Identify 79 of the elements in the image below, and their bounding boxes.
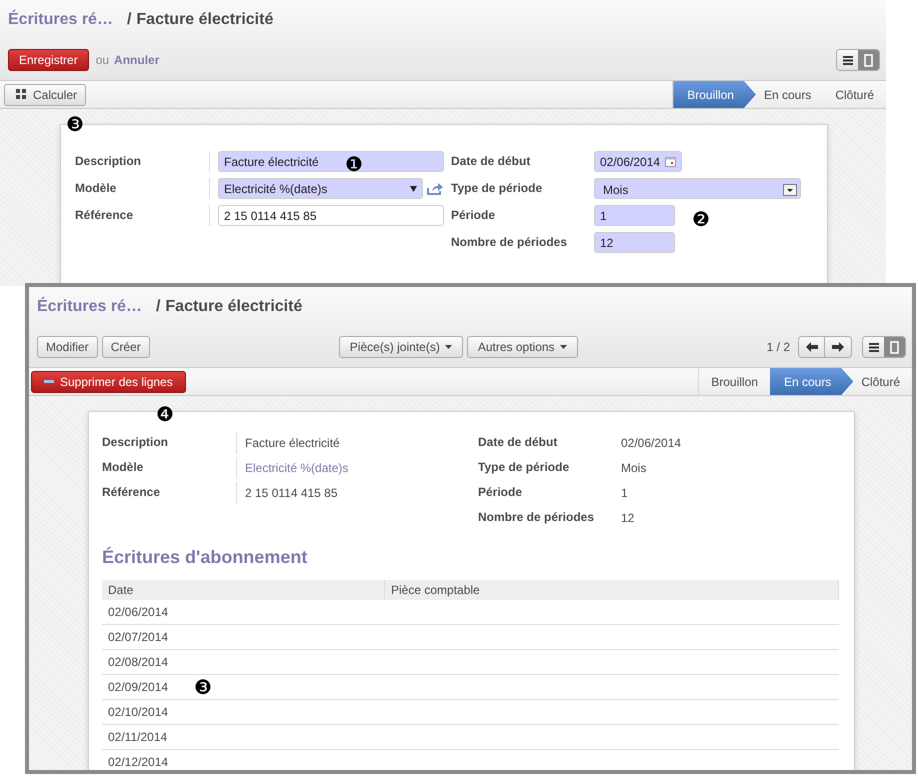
section-title: Écritures d'abonnement xyxy=(102,547,308,568)
delete-lines-button[interactable]: Supprimer des lignes xyxy=(31,370,186,392)
breadcrumb-link[interactable]: Écritures ré… xyxy=(8,11,113,29)
dropdown-icon xyxy=(783,184,797,196)
list-icon xyxy=(842,56,852,64)
table-cell: 02/08/2014 xyxy=(108,655,168,669)
table-cell: 02/09/2014 xyxy=(108,680,168,694)
status-step[interactable]: Brouillon xyxy=(673,81,756,108)
field-label: Période xyxy=(478,484,524,501)
field-label: Date de début xyxy=(478,434,558,451)
field-label: Type de période xyxy=(451,180,544,197)
left-arrow-icon xyxy=(806,342,818,352)
field-label: Référence xyxy=(102,484,162,501)
caret-icon xyxy=(444,345,452,349)
breadcrumb-separator: / xyxy=(156,298,160,316)
dropdown-button[interactable]: Pièce(s) jointe(s) xyxy=(338,336,463,358)
caret-icon xyxy=(410,186,417,192)
page-title: Facture électricité xyxy=(136,11,274,29)
external-link-icon[interactable] xyxy=(427,182,443,194)
table-cell: 02/07/2014 xyxy=(108,630,168,644)
table-cell: 02/10/2014 xyxy=(108,705,168,719)
or-text: ou xyxy=(96,53,110,67)
right-arrow-icon xyxy=(832,342,844,352)
field-link[interactable]: Electricité %(date)s xyxy=(245,457,348,479)
field-value: 02/06/2014 xyxy=(621,435,682,452)
list-view-button[interactable] xyxy=(863,337,884,357)
model-select[interactable]: Electricité %(date)s xyxy=(218,178,423,199)
field-label: Description xyxy=(102,434,170,451)
callout-number: ❶ xyxy=(345,154,363,174)
list-view-button[interactable] xyxy=(837,50,858,70)
table-cell: 02/06/2014 xyxy=(108,605,168,619)
number-field[interactable]: 1 xyxy=(594,205,675,226)
number-field[interactable]: 12 xyxy=(594,232,675,253)
field-label: Nombre de périodes xyxy=(451,234,568,251)
field-value: 2 15 0114 415 85 xyxy=(245,485,338,502)
calculator-icon xyxy=(15,88,28,101)
previous-button[interactable] xyxy=(799,337,825,357)
toolbar-button[interactable]: Modifier xyxy=(37,336,98,358)
field-label: Description xyxy=(75,153,142,170)
callout-number: ❷ xyxy=(692,209,710,229)
toolbar-button[interactable]: Créer xyxy=(102,336,150,358)
column-header[interactable]: Date xyxy=(102,580,384,600)
breadcrumb-separator: / xyxy=(126,11,132,29)
field-value: 1 xyxy=(621,485,628,502)
pager-text: 1 / 2 xyxy=(766,340,790,354)
field-value: Mois xyxy=(621,460,646,477)
page-title: Facture électricité xyxy=(165,298,302,316)
form-icon xyxy=(890,340,899,354)
form-icon xyxy=(864,54,873,66)
callout-number: ❸ xyxy=(194,677,212,697)
field-label: Date de début xyxy=(451,153,532,170)
field-label: Type de période xyxy=(478,459,570,476)
minus-icon xyxy=(44,380,54,383)
field-label: Modèle xyxy=(102,459,144,476)
callout-number: ❹ xyxy=(156,404,174,424)
date-field[interactable]: 02/06/2014 xyxy=(594,151,682,172)
save-button[interactable]: Enregistrer xyxy=(8,49,89,71)
table-cell: 02/12/2014 xyxy=(108,755,168,769)
breadcrumb-link[interactable]: Écritures ré… xyxy=(37,298,142,316)
field-label: Référence xyxy=(75,207,134,224)
field-value: Facture électricité xyxy=(245,435,340,452)
period-type-select[interactable]: Mois xyxy=(594,178,801,199)
text-field[interactable]: 2 15 0114 415 85 xyxy=(218,205,444,226)
dropdown-button[interactable]: Autres options xyxy=(466,336,578,358)
table-cell: 02/11/2014 xyxy=(108,730,168,744)
field-label: Modèle xyxy=(75,180,118,197)
column-header[interactable]: Pièce comptable xyxy=(384,580,838,600)
list-icon xyxy=(868,342,878,352)
status-step[interactable]: Clôturé xyxy=(823,81,886,108)
status-step[interactable]: En cours xyxy=(770,368,854,395)
field-label: Période xyxy=(451,207,496,224)
next-button[interactable] xyxy=(825,337,851,357)
field-value: 12 xyxy=(621,510,634,527)
callout-number: ❸ xyxy=(66,114,84,134)
caret-icon xyxy=(560,345,567,349)
status-step[interactable]: Brouillon xyxy=(699,368,770,395)
field-label: Nombre de périodes xyxy=(478,509,596,526)
calculate-button[interactable]: Calculer xyxy=(4,84,86,106)
calendar-icon[interactable] xyxy=(665,156,676,166)
